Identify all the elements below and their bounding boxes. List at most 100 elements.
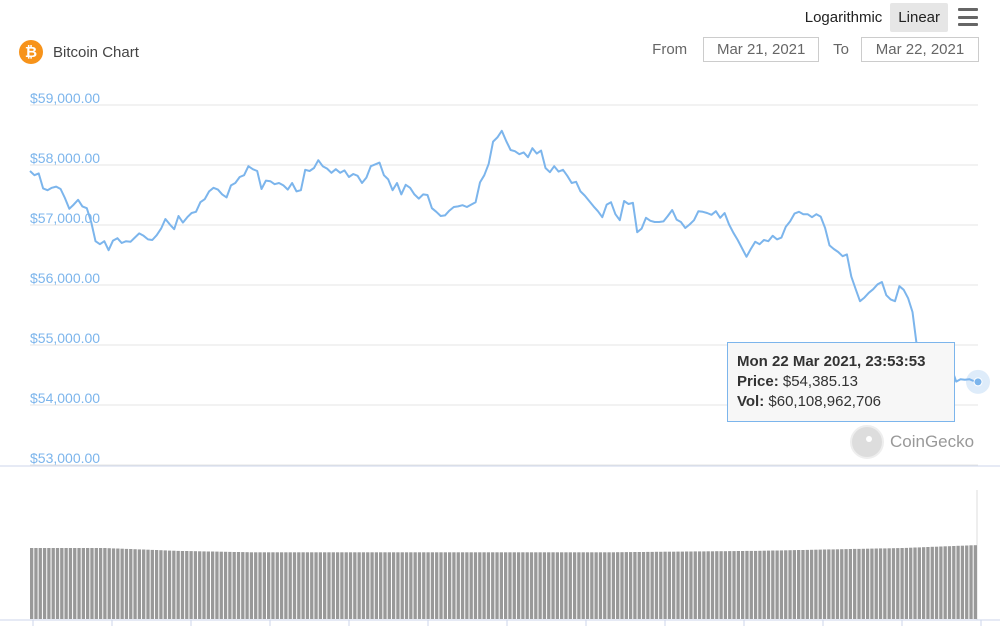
volume-bar: [818, 549, 822, 619]
volume-bar: [133, 549, 137, 619]
volume-bar: [335, 552, 340, 619]
volume-bar: [232, 552, 236, 619]
volume-bar: [672, 551, 676, 619]
volume-bar: [404, 552, 409, 619]
volume-bar: [279, 552, 284, 619]
volume-bar: [676, 551, 680, 619]
volume-bar: [659, 551, 663, 619]
volume-bar: [831, 549, 835, 619]
watermark-text: CoinGecko: [890, 432, 975, 451]
volume-bar: [146, 549, 150, 619]
volume-bar: [749, 550, 753, 619]
volume-bar: [594, 552, 598, 619]
volume-bar: [797, 550, 801, 619]
volume-bar: [387, 552, 391, 619]
volume-bar: [896, 548, 900, 619]
volume-bar: [159, 550, 163, 619]
volume-bar: [538, 552, 542, 619]
volume-bar: [706, 551, 710, 619]
volume-bar: [38, 548, 42, 619]
volume-bar: [792, 550, 797, 619]
volume-bar: [960, 545, 965, 619]
volume-bar: [422, 552, 426, 619]
volume-bar: [107, 548, 111, 619]
volume-bar: [426, 552, 430, 619]
volume-bar: [534, 552, 538, 619]
volume-bar: [469, 552, 473, 619]
volume-bar: [271, 552, 275, 619]
volume-bar: [30, 548, 34, 619]
volume-bar: [616, 552, 620, 619]
volume-bar: [650, 551, 654, 619]
volume-bar: [555, 552, 560, 619]
volume-bar: [185, 551, 189, 619]
volume-bar: [969, 545, 973, 619]
volume-bar: [667, 551, 672, 619]
volume-bar: [853, 548, 857, 619]
volume-bar: [111, 548, 116, 619]
volume-bar: [508, 552, 512, 619]
volume-bar: [215, 551, 219, 619]
volume-bar: [73, 548, 77, 619]
volume-bar: [98, 548, 103, 619]
volume-bar: [288, 552, 292, 619]
volume-bar: [120, 548, 124, 619]
volume-bar: [814, 549, 818, 619]
tooltip-date: Mon 22 Mar 2021, 23:53:53: [737, 353, 926, 370]
volume-bar: [254, 552, 258, 619]
volume-bar: [236, 552, 241, 619]
volume-bar: [771, 550, 775, 619]
coingecko-logo-icon: [850, 425, 884, 459]
volume-bar: [577, 552, 581, 619]
y-tick-label: $54,000.00: [30, 390, 100, 406]
volume-bar: [374, 552, 379, 619]
volume-bar: [241, 552, 245, 619]
volume-bar: [301, 552, 305, 619]
volume-bar: [840, 549, 844, 619]
volume-bar: [628, 552, 633, 619]
volume-bar: [654, 551, 659, 619]
volume-bar: [633, 552, 637, 619]
volume-bar: [741, 551, 745, 619]
volume-bar: [64, 548, 68, 619]
volume-bar: [68, 548, 73, 619]
volume-bar: [913, 547, 917, 619]
volume-bar: [710, 551, 715, 619]
volume-bar: [314, 552, 318, 619]
volume-bar: [861, 548, 865, 619]
volume-bar: [267, 552, 271, 619]
volume-bar: [305, 552, 310, 619]
volume-bar: [361, 552, 366, 619]
volume-bar: [689, 551, 693, 619]
volume-bar: [865, 548, 870, 619]
volume-bar: [383, 552, 387, 619]
volume-bar: [947, 546, 952, 619]
volume-bar: [60, 548, 64, 619]
volume-bar: [55, 548, 60, 619]
volume-bar: [228, 551, 232, 619]
volume-bar: [921, 547, 926, 619]
volume-bar: [611, 552, 616, 619]
volume-bar: [81, 548, 86, 619]
volume-bar: [516, 552, 521, 619]
volume-bar: [47, 548, 51, 619]
volume-bar: [353, 552, 357, 619]
volume-bar: [590, 552, 594, 619]
volume-bar: [499, 552, 503, 619]
volume-bar: [547, 552, 551, 619]
volume-bar: [848, 549, 853, 619]
volume-bar: [430, 552, 435, 619]
price-chart[interactable]: $59,000.00$58,000.00$57,000.00$56,000.00…: [0, 0, 1000, 626]
volume-bar: [396, 552, 400, 619]
volume-bar: [581, 552, 585, 619]
volume-bar: [943, 546, 947, 619]
volume-bar: [482, 552, 486, 619]
volume-bar: [844, 549, 848, 619]
volume-bar: [478, 552, 482, 619]
volume-bar: [400, 552, 404, 619]
volume-bar: [172, 550, 176, 619]
volume-bar: [680, 551, 684, 619]
volume-bar: [137, 549, 142, 619]
volume-bar: [663, 551, 667, 619]
volume-bar: [297, 552, 301, 619]
